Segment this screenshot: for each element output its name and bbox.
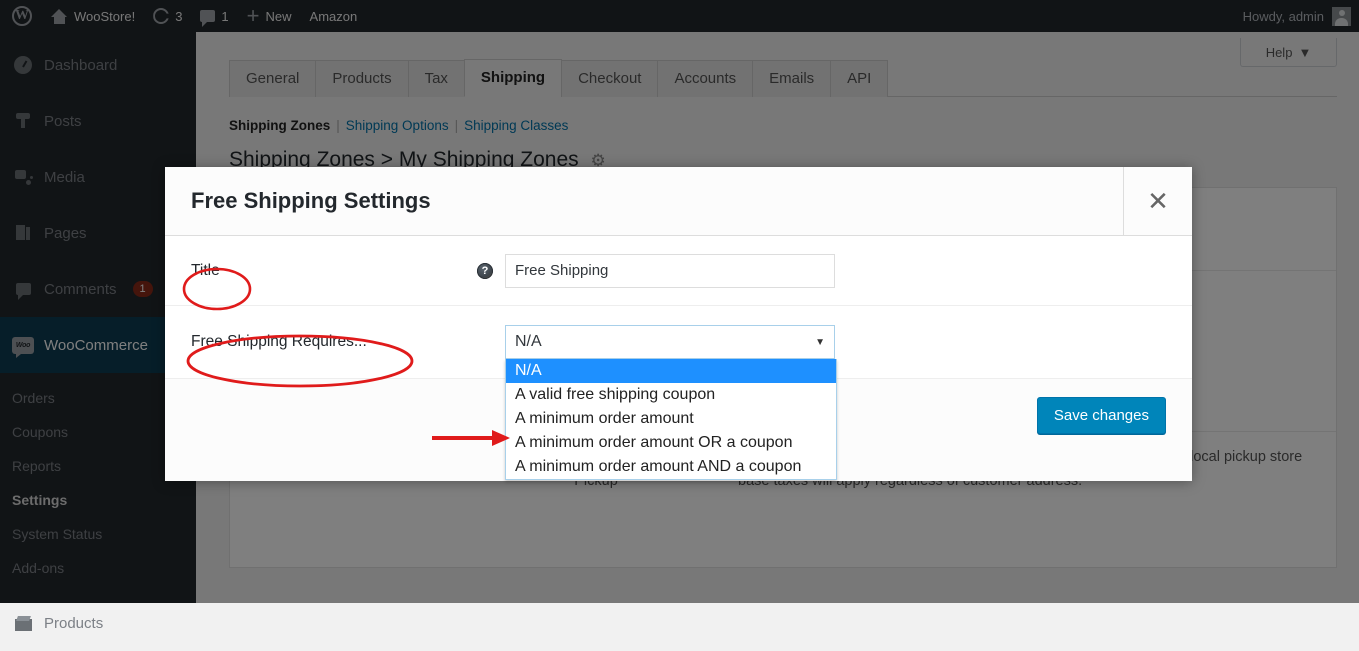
select-display[interactable]: N/A ▼ bbox=[505, 325, 835, 359]
select-option-min-order-amount[interactable]: A minimum order amount bbox=[506, 407, 836, 431]
field-label-free-shipping-requires: Free Shipping Requires... bbox=[191, 333, 367, 350]
modal-header: Free Shipping Settings ✕ bbox=[165, 167, 1192, 236]
modal-title: Free Shipping Settings bbox=[191, 188, 431, 213]
sidebar-label: Products bbox=[44, 614, 104, 632]
select-option-na[interactable]: N/A bbox=[506, 359, 836, 383]
select-value: N/A bbox=[515, 333, 542, 350]
chevron-down-icon: ▼ bbox=[815, 336, 825, 348]
select-option-valid-coupon[interactable]: A valid free shipping coupon bbox=[506, 383, 836, 407]
title-input[interactable] bbox=[505, 253, 835, 288]
select-option-min-order-or-coupon[interactable]: A minimum order amount OR a coupon bbox=[506, 431, 836, 455]
field-row-free-shipping-requires: Free Shipping Requires... N/A ▼ N/A A va… bbox=[165, 306, 1192, 480]
free-shipping-settings-modal: Free Shipping Settings ✕ Title ? Free Sh… bbox=[165, 167, 1192, 481]
box-icon bbox=[12, 613, 34, 633]
question-mark-icon[interactable]: ? bbox=[465, 262, 505, 279]
select-option-min-order-and-coupon[interactable]: A minimum order amount AND a coupon bbox=[506, 455, 836, 479]
free-shipping-requires-select[interactable]: N/A ▼ N/A A valid free shipping coupon A… bbox=[505, 325, 837, 480]
field-label-title: Title bbox=[191, 261, 220, 279]
close-icon[interactable]: ✕ bbox=[1123, 167, 1192, 235]
sidebar-item-products[interactable]: Products bbox=[0, 595, 196, 651]
select-options-list: N/A A valid free shipping coupon A minim… bbox=[505, 359, 837, 480]
field-row-title: Title ? bbox=[165, 236, 1192, 306]
modal-body: Title ? Free Shipping Requires... N/A ▼ … bbox=[165, 236, 1192, 480]
save-changes-button[interactable]: Save changes bbox=[1036, 397, 1166, 434]
